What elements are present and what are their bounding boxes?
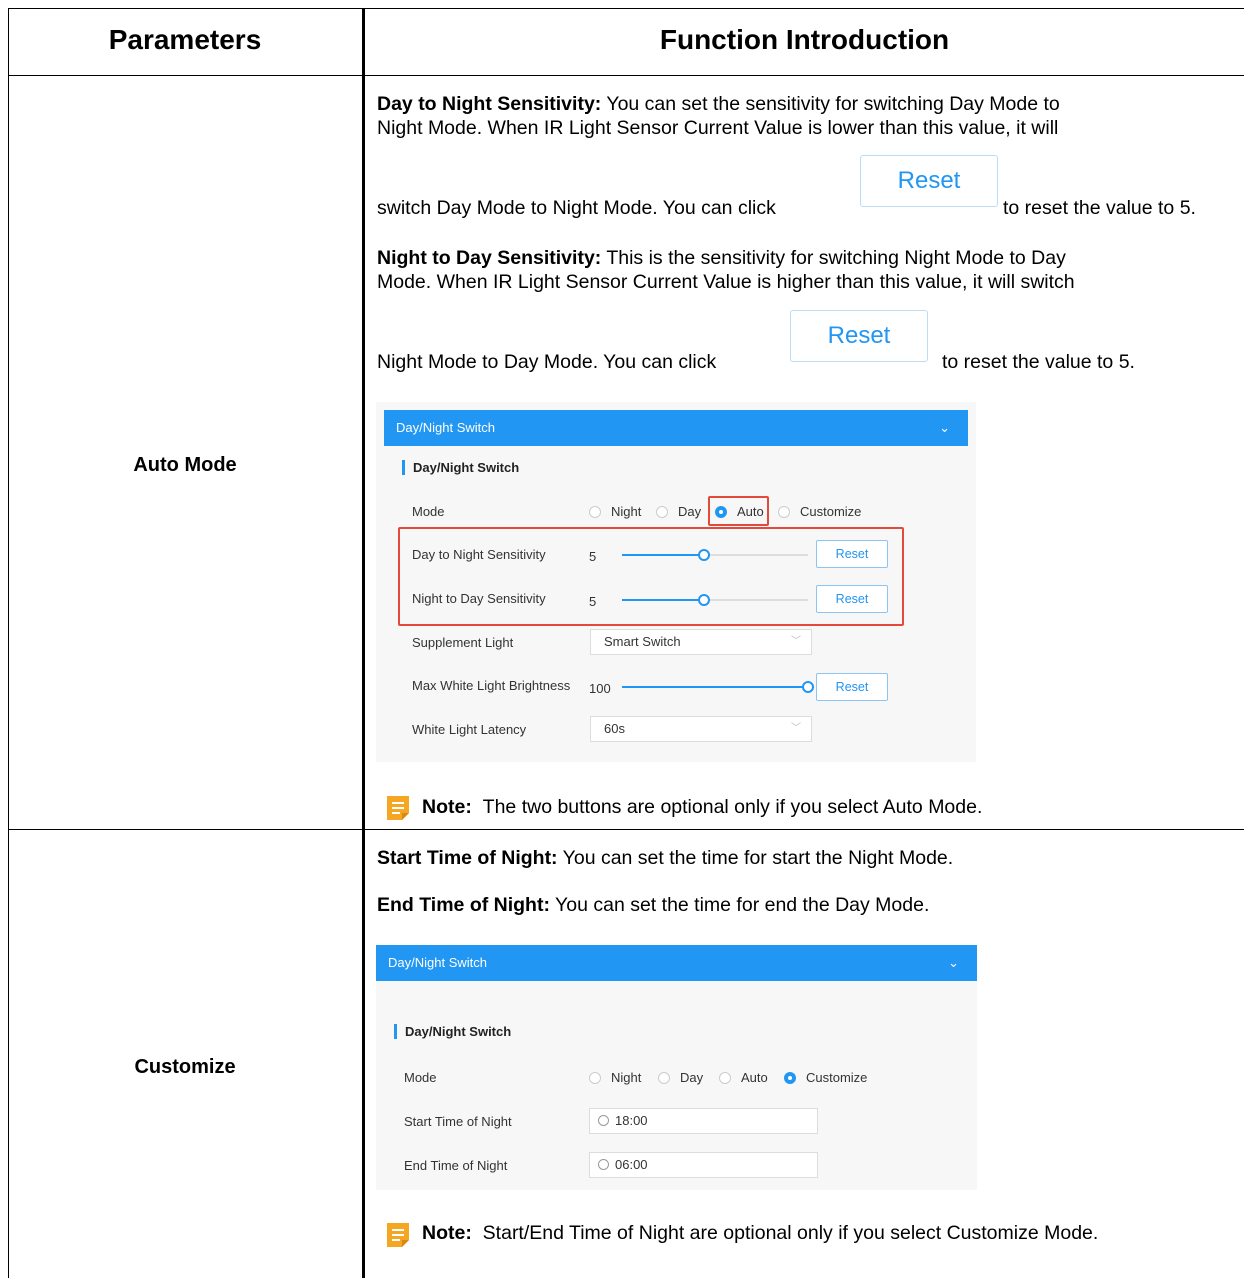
start-time-input[interactable]: 18:00 — [589, 1108, 818, 1134]
input-value: 06:00 — [615, 1157, 648, 1172]
radio-label: Day — [680, 1070, 704, 1085]
note-label: Note: — [422, 1222, 472, 1244]
para-text: This is the sensitivity for switching Ni… — [601, 247, 1066, 269]
section-title: Day/Night Switch — [402, 460, 519, 475]
row-divider — [8, 829, 1244, 830]
para-bold-label: Day to Night Sensitivity: — [377, 93, 602, 115]
panel-header-title: Day/Night Switch — [396, 420, 495, 435]
para-text: You can set the time for end the Day Mod… — [549, 894, 930, 916]
radio-day[interactable] — [658, 1072, 670, 1084]
highlight-box-sensitivity — [398, 527, 904, 626]
note-text: The two buttons are optional only if you… — [482, 796, 983, 818]
max-brightness-label: Max White Light Brightness — [412, 678, 571, 693]
radio-night[interactable] — [589, 506, 601, 518]
note-icon — [387, 796, 409, 820]
para-text: Mode. When IR Light Sensor Current Value… — [377, 271, 1075, 293]
para-text: to reset the value to 5. — [1003, 197, 1196, 219]
reset-button[interactable]: Reset — [816, 673, 888, 701]
note-text: Start/End Time of Night are optional onl… — [482, 1222, 1099, 1244]
radio-label: Night — [611, 1070, 642, 1085]
para-night-to-day: Night to Day Sensitivity: This is the se… — [377, 246, 1237, 294]
radio-label: Customize — [806, 1070, 868, 1085]
clock-icon — [598, 1115, 609, 1126]
panel-header-bar[interactable]: Day/Night Switch ⌄ — [376, 945, 977, 981]
white-light-latency-select[interactable]: 60s ﹀ — [590, 716, 812, 742]
note-icon — [387, 1223, 409, 1247]
radio-label: Night — [611, 504, 642, 519]
slider-handle[interactable] — [802, 681, 814, 693]
end-time-input[interactable]: 06:00 — [589, 1152, 818, 1178]
clock-icon — [598, 1159, 609, 1170]
radio-auto[interactable] — [719, 1072, 731, 1084]
chevron-down-icon: ﹀ — [791, 636, 801, 647]
reset-button[interactable]: Reset — [790, 310, 928, 362]
table-left-border — [8, 8, 9, 1278]
radio-label: Auto — [741, 1070, 768, 1085]
table-top-border — [8, 8, 1244, 9]
header-function-introduction: Function Introduction — [659, 24, 950, 55]
radio-label: Customize — [800, 504, 862, 519]
screenshot-panel-customize: Day/Night Switch ⌄ Day/Night Switch Mode… — [376, 945, 977, 1190]
max-brightness-value: 100 — [589, 681, 611, 696]
panel-header-title: Day/Night Switch — [388, 955, 487, 970]
chevron-down-icon[interactable]: ⌄ — [948, 945, 959, 981]
white-light-latency-label: White Light Latency — [412, 722, 527, 737]
chevron-down-icon: ﹀ — [791, 723, 801, 734]
para-text: to reset the value to 5. — [942, 351, 1135, 373]
radio-night[interactable] — [589, 1072, 601, 1084]
note-customize: Note: Start/End Time of Night are option… — [422, 1221, 1098, 1245]
para-bold-label: End Time of Night: — [377, 894, 550, 916]
radio-customize[interactable] — [778, 506, 790, 518]
param-auto-mode: Auto Mode — [133, 454, 237, 476]
input-value: 18:00 — [615, 1113, 648, 1128]
radio-customize[interactable] — [784, 1072, 796, 1084]
screenshot-panel-auto: Day/Night Switch ⌄ Day/Night Switch Mode… — [376, 402, 976, 762]
supplement-light-label: Supplement Light — [412, 635, 514, 650]
param-customize: Customize — [134, 1056, 236, 1078]
radio-day[interactable] — [656, 506, 668, 518]
slider-fill — [622, 686, 808, 688]
note-auto: Note: The two buttons are optional only … — [422, 795, 982, 819]
para-start-time: Start Time of Night: You can set the tim… — [377, 846, 953, 870]
para-text: switch Day Mode to Night Mode. You can c… — [377, 197, 776, 219]
panel-header-bar[interactable]: Day/Night Switch ⌄ — [384, 410, 968, 446]
start-time-label: Start Time of Night — [404, 1114, 512, 1129]
para-text: You can set the time for start the Night… — [557, 847, 954, 869]
para-end-time: End Time of Night: You can set the time … — [377, 893, 929, 917]
select-value: 60s — [604, 721, 625, 736]
end-time-label: End Time of Night — [404, 1158, 508, 1173]
mode-label: Mode — [412, 504, 445, 519]
column-divider — [362, 8, 365, 1278]
max-brightness-slider[interactable] — [622, 681, 814, 693]
para-text: You can set the sensitivity for switchin… — [601, 93, 1060, 115]
mode-label: Mode — [404, 1070, 437, 1085]
header-parameters: Parameters — [108, 24, 262, 55]
header-bottom-border — [8, 75, 1244, 76]
para-text: Night Mode. When IR Light Sensor Current… — [377, 117, 1059, 139]
note-label: Note: — [422, 796, 472, 818]
chevron-down-icon[interactable]: ⌄ — [939, 410, 950, 446]
para-bold-label: Start Time of Night: — [377, 847, 558, 869]
section-title: Day/Night Switch — [394, 1024, 511, 1039]
radio-label: Day — [678, 504, 702, 519]
supplement-light-select[interactable]: Smart Switch ﹀ — [590, 629, 812, 655]
reset-button[interactable]: Reset — [860, 155, 998, 207]
select-value: Smart Switch — [604, 634, 681, 649]
para-text: Night Mode to Day Mode. You can click — [377, 351, 717, 373]
para-day-to-night: Day to Night Sensitivity: You can set th… — [377, 92, 1237, 140]
para-bold-label: Night to Day Sensitivity: — [377, 247, 602, 269]
highlight-box-auto — [708, 496, 769, 526]
